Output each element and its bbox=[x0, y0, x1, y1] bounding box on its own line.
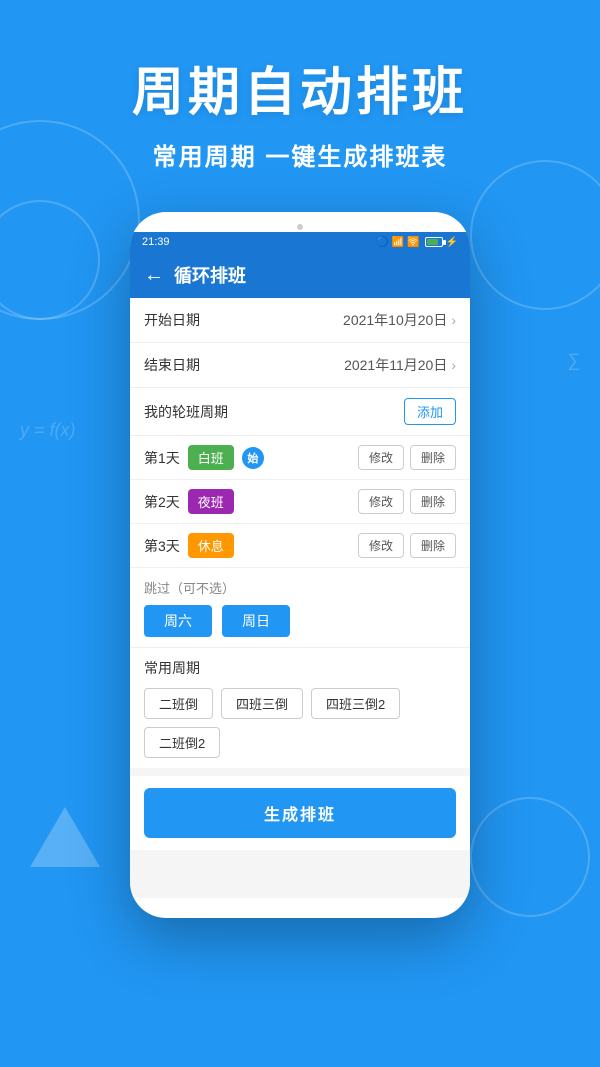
shift-actions-2: 修改 删除 bbox=[358, 489, 456, 514]
generate-button[interactable]: 生成排班 bbox=[144, 788, 456, 838]
delete-shift-3[interactable]: 删除 bbox=[410, 533, 456, 558]
period-btn-4[interactable]: 二班倒2 bbox=[144, 727, 220, 758]
content-area: 开始日期 2021年10月20日 › 结束日期 2021年11月20日 › 我的… bbox=[130, 298, 470, 898]
shift-day-3: 第3天 bbox=[144, 536, 180, 556]
my-shifts-header: 我的轮班周期 添加 bbox=[130, 388, 470, 436]
end-date-label: 结束日期 bbox=[144, 355, 200, 375]
modify-shift-2[interactable]: 修改 bbox=[358, 489, 404, 514]
shift-row-2: 第2天 夜班 修改 删除 bbox=[130, 480, 470, 524]
delete-shift-2[interactable]: 删除 bbox=[410, 489, 456, 514]
add-shift-button[interactable]: 添加 bbox=[404, 398, 456, 425]
start-date-value: 2021年10月20日 › bbox=[343, 310, 456, 330]
skip-sunday[interactable]: 周日 bbox=[222, 605, 290, 637]
end-date-row[interactable]: 结束日期 2021年11月20日 › bbox=[130, 343, 470, 388]
skip-saturday[interactable]: 周六 bbox=[144, 605, 212, 637]
phone-dot bbox=[297, 224, 303, 230]
shift-row-3: 第3天 休息 修改 删除 bbox=[130, 524, 470, 568]
hero-section: 周期自动排班 常用周期 一键生成排班表 bbox=[0, 0, 600, 192]
my-shifts-label: 我的轮班周期 bbox=[144, 402, 228, 422]
start-date-label: 开始日期 bbox=[144, 310, 200, 330]
common-periods-section: 常用周期 二班倒 四班三倒 四班三倒2 二班倒2 bbox=[130, 648, 470, 768]
phone-mockup: 21:39 🔵 📶 🛜 ⚡ ← 循环排班 开始日期 2021年10月20 bbox=[0, 212, 600, 918]
app-title: 循环排班 bbox=[174, 262, 246, 288]
period-btn-1[interactable]: 二班倒 bbox=[144, 688, 213, 719]
start-badge-1: 始 bbox=[242, 447, 264, 469]
end-date-value: 2021年11月20日 › bbox=[344, 355, 456, 375]
skip-section: 跳过（可不选） 周六 周日 bbox=[130, 568, 470, 648]
common-period-buttons: 二班倒 四班三倒 四班三倒2 二班倒2 bbox=[144, 688, 456, 758]
modify-shift-1[interactable]: 修改 bbox=[358, 445, 404, 470]
start-date-row[interactable]: 开始日期 2021年10月20日 › bbox=[130, 298, 470, 343]
main-title: 周期自动排班 bbox=[0, 50, 600, 125]
common-periods-label: 常用周期 bbox=[144, 658, 456, 678]
shift-tag-1: 白班 bbox=[188, 445, 234, 470]
status-bar: 21:39 🔵 📶 🛜 ⚡ bbox=[130, 232, 470, 252]
signal-icon: 📶 bbox=[392, 237, 404, 248]
period-btn-3[interactable]: 四班三倒2 bbox=[311, 688, 400, 719]
shift-tag-3: 休息 bbox=[188, 533, 234, 558]
wifi-icon: 🛜 bbox=[407, 237, 419, 248]
start-date-chevron: › bbox=[451, 312, 456, 328]
shift-day-2: 第2天 bbox=[144, 492, 180, 512]
battery-icon bbox=[425, 237, 443, 247]
period-btn-2[interactable]: 四班三倒 bbox=[221, 688, 303, 719]
sub-title: 常用周期 一键生成排班表 bbox=[0, 137, 600, 172]
shift-actions-3: 修改 删除 bbox=[358, 533, 456, 558]
battery-fill bbox=[427, 239, 438, 245]
skip-buttons: 周六 周日 bbox=[144, 605, 456, 637]
status-time: 21:39 bbox=[142, 236, 170, 248]
shift-actions-1: 修改 删除 bbox=[358, 445, 456, 470]
modify-shift-3[interactable]: 修改 bbox=[358, 533, 404, 558]
skip-label: 跳过（可不选） bbox=[144, 578, 456, 597]
phone-notch bbox=[130, 220, 470, 232]
shift-tag-2: 夜班 bbox=[188, 489, 234, 514]
app-header: ← 循环排班 bbox=[130, 252, 470, 298]
status-icons: 🔵 📶 🛜 ⚡ bbox=[376, 237, 458, 248]
shift-day-1: 第1天 bbox=[144, 448, 180, 468]
charging-icon: ⚡ bbox=[446, 237, 458, 248]
bluetooth-icon: 🔵 bbox=[376, 237, 388, 248]
generate-section: 生成排班 bbox=[130, 776, 470, 850]
phone-frame: 21:39 🔵 📶 🛜 ⚡ ← 循环排班 开始日期 2021年10月20 bbox=[130, 212, 470, 918]
end-date-chevron: › bbox=[451, 357, 456, 373]
back-button[interactable]: ← bbox=[144, 264, 164, 287]
delete-shift-1[interactable]: 删除 bbox=[410, 445, 456, 470]
shift-row-1: 第1天 白班 始 修改 删除 bbox=[130, 436, 470, 480]
